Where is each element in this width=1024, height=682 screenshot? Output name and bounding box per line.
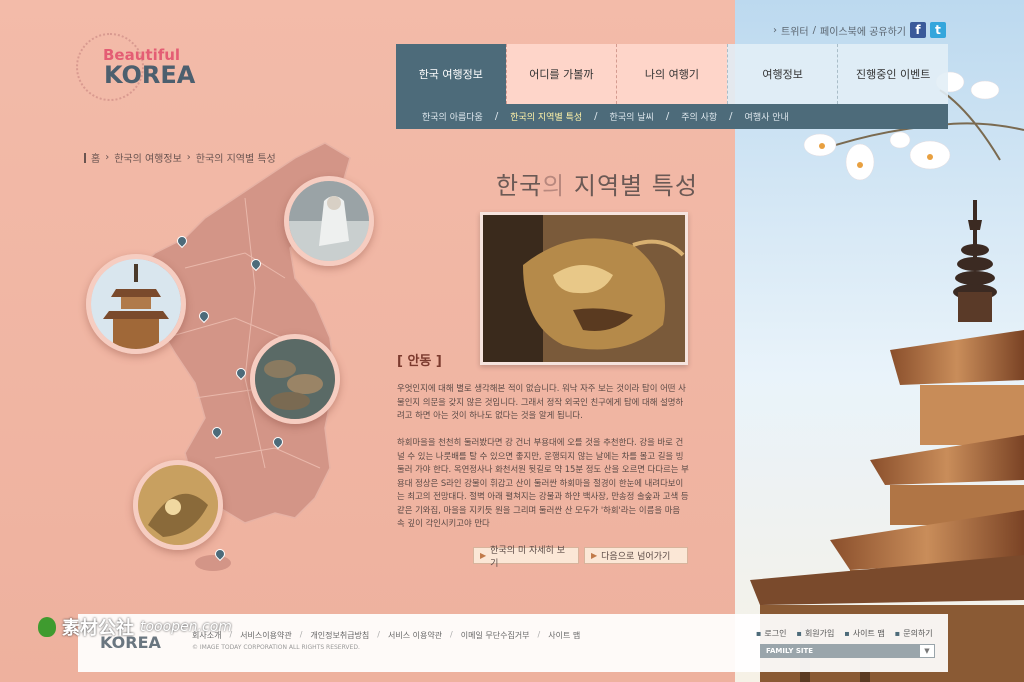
nav-travel-info[interactable]: 여행정보 <box>726 44 838 104</box>
footer-login-link[interactable]: ▪ 로그인 <box>756 628 787 639</box>
page-title-part3: 지역별 특성 <box>565 172 698 200</box>
family-site-select[interactable]: FAMILY SITE ▼ <box>760 644 935 658</box>
twitter-icon[interactable]: t <box>930 22 946 38</box>
footer-separator: / <box>537 630 541 639</box>
nav-where-to-go[interactable]: 어디를 가볼까 <box>505 44 617 104</box>
breadcrumb-home[interactable]: 홈 <box>91 150 100 165</box>
footer-separator: / <box>299 630 303 639</box>
nav-korea-travel-info[interactable]: 한국 여행정보 <box>396 44 506 104</box>
subnav-agencies[interactable]: 여행사 안내 <box>745 110 789 123</box>
sub-nav: 한국의 아름다움 / 한국의 지역별 특성 / 한국의 날씨 / 주의 사항 /… <box>396 104 948 129</box>
bullet-icon: ▪ <box>796 629 802 638</box>
social-share: › 트위터 / 페이스북에 공유하기 f t <box>773 22 946 38</box>
share-separator: / <box>812 24 817 36</box>
subnav-separator: / <box>594 111 598 122</box>
map-photo-pagoda[interactable] <box>86 254 186 354</box>
section-heading: [ 안동 ] <box>397 354 442 369</box>
watermark-url: tooopen.com <box>140 619 232 635</box>
subnav-separator: / <box>729 111 733 122</box>
map-photo-mask[interactable] <box>133 460 223 550</box>
twitter-share-link[interactable]: 트위터 <box>781 23 809 38</box>
family-site-label: FAMILY SITE <box>766 647 814 655</box>
subnav-separator: / <box>665 111 670 122</box>
section-paragraph-2: 하회마을을 천천히 둘러봤다면 강 건너 부용대에 오를 것을 추천한다. 강을… <box>397 437 689 528</box>
footer-link-sitemap[interactable]: 사이트 맵 <box>548 630 580 641</box>
subnav-weather[interactable]: 한국의 날씨 <box>610 110 654 123</box>
next-button-label: 다음으로 넘어가기 <box>601 552 671 562</box>
page-title-particle: 의 <box>542 172 566 200</box>
subnav-cautions[interactable]: 주의 사항 <box>681 110 717 123</box>
bullet-icon: ▪ <box>756 629 762 638</box>
nav-my-travelogue[interactable]: 나의 여행기 <box>616 44 727 104</box>
chevron-down-icon[interactable]: ▼ <box>920 645 934 657</box>
arrow-right-icon: ▶ <box>480 551 487 560</box>
login-label: 로그인 <box>764 629 787 638</box>
footer-link-service-terms[interactable]: 서비스이용약관 <box>240 630 292 641</box>
footer-link-privacy[interactable]: 개인정보취급방침 <box>310 630 369 641</box>
more-button-label: 한국의 미 자세히 보기 <box>490 545 565 569</box>
share-arrow-icon: › <box>773 24 778 36</box>
facebook-share-link[interactable]: 페이스북에 공유하기 <box>820 23 906 38</box>
footer-link-usage-terms[interactable]: 서비스 이용약관 <box>388 630 442 641</box>
watermark: 素材公社 tooopen.com <box>38 614 232 640</box>
footer-join-link[interactable]: ▪ 회원가입 <box>797 628 835 639</box>
footer-utility-links: ▪ 로그인 ▪ 회원가입 ▪ 사이트 맵 ▪ 문의하기 <box>756 628 933 639</box>
subnav-beauty[interactable]: 한국의 아름다움 <box>422 110 483 123</box>
subnav-regional[interactable]: 한국의 지역별 특성 <box>510 110 582 123</box>
footer-separator: / <box>450 630 453 639</box>
section-paragraph-1: 우엇인지에 대해 별로 생각해본 적이 없습니다. 워낙 자주 보는 것이라 탑… <box>397 383 686 420</box>
facebook-icon[interactable]: f <box>910 22 926 38</box>
sitemap-label: 사이트 맵 <box>852 629 885 638</box>
nav-events[interactable]: 진행중인 이벤트 <box>837 44 948 104</box>
next-page-button[interactable]: ▶ 다음으로 넘어가기 <box>584 547 688 564</box>
map-photo-statue[interactable] <box>284 176 374 266</box>
more-about-korea-button[interactable]: ▶ 한국의 미 자세히 보기 <box>473 546 579 569</box>
apple-logo-icon <box>38 617 56 637</box>
watermark-text: 素材公社 <box>62 618 134 639</box>
hahoe-mask-photo <box>480 212 688 365</box>
footer-link-email-refusal[interactable]: 이메일 무단수집거부 <box>461 630 530 641</box>
join-label: 회원가입 <box>804 629 835 638</box>
breadcrumb-chevron-icon: › <box>105 152 110 163</box>
copyright-text: © IMAGE TODAY CORPORATION ALL RIGHTS RES… <box>192 644 360 651</box>
site-logo[interactable]: Beautiful KOREA <box>76 33 196 101</box>
pagoda-image <box>750 200 1024 682</box>
arrow-right-icon: ▶ <box>591 551 598 560</box>
map-photo-stones[interactable] <box>250 334 340 424</box>
subnav-separator: / <box>494 111 499 122</box>
footer-links: 회사소개 / 서비스이용약관 / 개인정보취급방침 / 서비스 이용약관 / 이메일 무… <box>192 630 580 641</box>
contact-label: 문의하기 <box>903 629 933 638</box>
bullet-icon: ▪ <box>844 629 850 638</box>
footer-contact-link[interactable]: ▪ 문의하기 <box>895 628 933 639</box>
breadcrumb-bar <box>84 152 86 163</box>
page-title-part1: 한국 <box>496 172 543 200</box>
logo-main-text: KOREA <box>104 61 196 89</box>
footer-separator: / <box>377 630 380 639</box>
page-title: 한국의 지역별 특성 <box>496 166 698 201</box>
footer-sitemap-link[interactable]: ▪ 사이트 맵 <box>844 628 884 639</box>
bullet-icon: ▪ <box>894 629 901 638</box>
main-nav: 한국 여행정보 어디를 가볼까 나의 여행기 여행정보 진행중인 이벤트 <box>396 44 948 104</box>
